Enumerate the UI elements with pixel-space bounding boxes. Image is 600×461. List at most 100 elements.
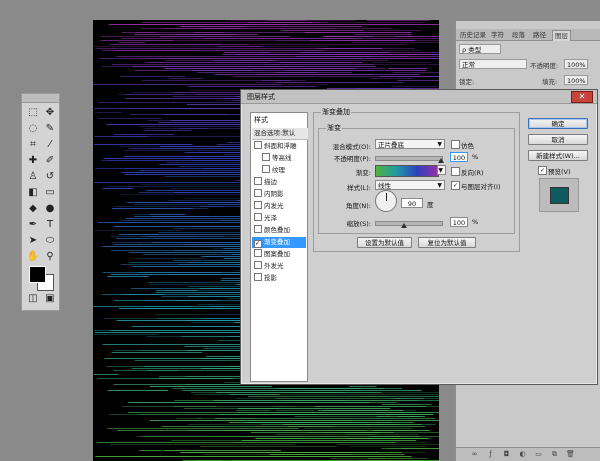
preview-checkbox[interactable]: ✓ (538, 166, 547, 175)
stripe (107, 390, 169, 391)
style-item-checkbox[interactable] (254, 141, 262, 149)
crop-tool-icon[interactable]: ⌗ (25, 138, 41, 152)
layer-opacity-input[interactable]: 100% (564, 59, 588, 69)
dither-checkbox[interactable] (451, 140, 460, 149)
style-item[interactable]: 斜面和浮雕 (252, 141, 306, 152)
style-item-checkbox[interactable] (254, 201, 262, 209)
style-item-checkbox[interactable] (254, 261, 262, 269)
align-with-layer-checkbox[interactable]: ✓ (451, 181, 460, 190)
new-style-button[interactable]: 新建样式(W)... (528, 150, 588, 161)
style-item[interactable]: 纹理 (252, 165, 314, 176)
move-tool-icon[interactable]: ✥ (42, 106, 58, 120)
layer-filter-select[interactable]: ρ 类型 (459, 44, 501, 54)
eyedropper-tool-icon[interactable]: ⁄ (42, 138, 58, 152)
eraser-tool-icon[interactable]: ◧ (25, 186, 41, 200)
scale-slider[interactable] (375, 221, 443, 226)
gradient-dropdown[interactable]: ▼ (437, 165, 446, 175)
gradient-tool-icon[interactable]: ▭ (42, 186, 58, 200)
stripe (158, 232, 248, 233)
reverse-checkbox[interactable] (451, 167, 460, 176)
gradient-style-select[interactable]: 线性 ▼ (375, 180, 445, 190)
tab-paths[interactable]: 路径 (531, 30, 548, 40)
style-item-checkbox[interactable] (254, 177, 262, 185)
scale-slider-thumb[interactable] (401, 223, 407, 228)
adjustment-icon[interactable]: ◐ (518, 450, 527, 459)
history-brush-icon[interactable]: ↺ (42, 170, 58, 184)
ok-button[interactable]: 确定 (528, 118, 588, 129)
fx-icon[interactable]: ƒ (486, 450, 495, 459)
tab-history[interactable]: 历史记录 (458, 30, 488, 40)
toolbox-titlebar[interactable] (22, 94, 59, 103)
text-tool-icon[interactable]: T (42, 218, 58, 232)
mask-icon[interactable]: ◘ (502, 450, 511, 459)
opacity-slider-thumb[interactable] (438, 158, 444, 163)
style-item-checkbox[interactable] (254, 249, 262, 257)
clone-stamp-icon[interactable]: ♙ (25, 170, 41, 184)
preview-label: 预览(V) (548, 168, 571, 176)
style-item-checkbox[interactable] (254, 273, 262, 281)
link-icon[interactable]: ∞ (470, 450, 479, 459)
opacity-slider[interactable] (375, 156, 443, 161)
cancel-button[interactable]: 取消 (528, 134, 588, 145)
style-item-checkbox[interactable] (262, 153, 270, 161)
blend-mode-select[interactable]: 正片叠底 ▼ (375, 139, 445, 149)
style-item-checkbox[interactable] (254, 225, 262, 233)
style-item-blending-options[interactable]: 混合选项:默认 (252, 128, 308, 140)
folder-icon[interactable]: ▭ (534, 450, 543, 459)
shape-tool-icon[interactable]: ⬭ (42, 234, 58, 248)
marquee-tool-icon[interactable]: ⬚ (25, 106, 41, 120)
stripe (224, 52, 271, 53)
tab-paragraph[interactable]: 段落 (510, 30, 527, 40)
healing-brush-icon[interactable]: ✚ (25, 154, 41, 168)
style-item[interactable]: 等高线 (252, 153, 314, 164)
zoom-tool-icon[interactable]: ⚲ (42, 250, 58, 264)
path-select-icon[interactable]: ➤ (25, 234, 41, 248)
foreground-color-swatch[interactable] (29, 266, 46, 283)
style-item[interactable]: 内发光 (252, 201, 306, 212)
dodge-tool-icon[interactable]: ● (42, 202, 58, 216)
hand-tool-icon[interactable]: ✋ (25, 250, 41, 264)
blur-tool-icon[interactable]: ◆ (25, 202, 41, 216)
stripe (95, 168, 259, 169)
close-icon[interactable]: ✕ (571, 91, 593, 103)
quick-select-tool-icon[interactable]: ✎ (42, 122, 58, 136)
trash-icon[interactable]: 🗑 (566, 450, 575, 459)
make-default-button[interactable]: 设置为默认值 (357, 237, 412, 248)
layer-fill-input[interactable]: 100% (564, 75, 588, 85)
style-item[interactable]: 内阴影 (252, 189, 306, 200)
pen-tool-icon[interactable]: ✒ (25, 218, 41, 232)
stripe (100, 40, 173, 41)
tab-layers[interactable]: 图层 (552, 30, 571, 41)
style-item-checkbox[interactable] (254, 213, 262, 221)
style-item[interactable]: 光泽 (252, 213, 306, 224)
style-item-checkbox[interactable] (262, 165, 270, 173)
style-item[interactable]: 外发光 (252, 261, 306, 272)
stripe (322, 36, 374, 37)
style-item-checkbox[interactable] (254, 240, 262, 248)
angle-dial[interactable] (375, 190, 397, 212)
style-item-checkbox[interactable] (254, 189, 262, 197)
lasso-tool-icon[interactable]: ◌ (25, 122, 41, 136)
screen-mode-icon[interactable]: ▣ (42, 292, 58, 306)
style-item[interactable]: 颜色叠加 (252, 225, 306, 236)
dialog-titlebar[interactable]: 图层样式 ✕ (241, 90, 597, 104)
reset-default-button[interactable]: 复位为默认值 (418, 237, 476, 248)
angle-input[interactable]: 90 (401, 198, 423, 208)
style-item[interactable]: 渐变叠加 (252, 237, 306, 248)
gradient-picker[interactable] (375, 165, 439, 177)
new-layer-icon[interactable]: ⧉ (550, 450, 559, 459)
opacity-input[interactable]: 100 (450, 152, 468, 162)
style-item[interactable]: 描边 (252, 177, 306, 188)
tab-character[interactable]: 字符 (489, 30, 506, 40)
quick-mask-icon[interactable]: ◫ (25, 292, 41, 306)
style-preview-thumbnail (550, 187, 569, 204)
style-label: 样式(L): (347, 184, 371, 192)
stripe (120, 76, 186, 77)
stripe (344, 402, 397, 403)
scale-input[interactable]: 100 (450, 217, 468, 227)
brush-tool-icon[interactable]: ✐ (42, 154, 58, 168)
style-item[interactable]: 图案叠加 (252, 249, 306, 260)
style-item[interactable]: 投影 (252, 273, 306, 284)
layer-blend-mode-select[interactable]: 正常 (459, 59, 527, 69)
stripe (231, 20, 357, 21)
